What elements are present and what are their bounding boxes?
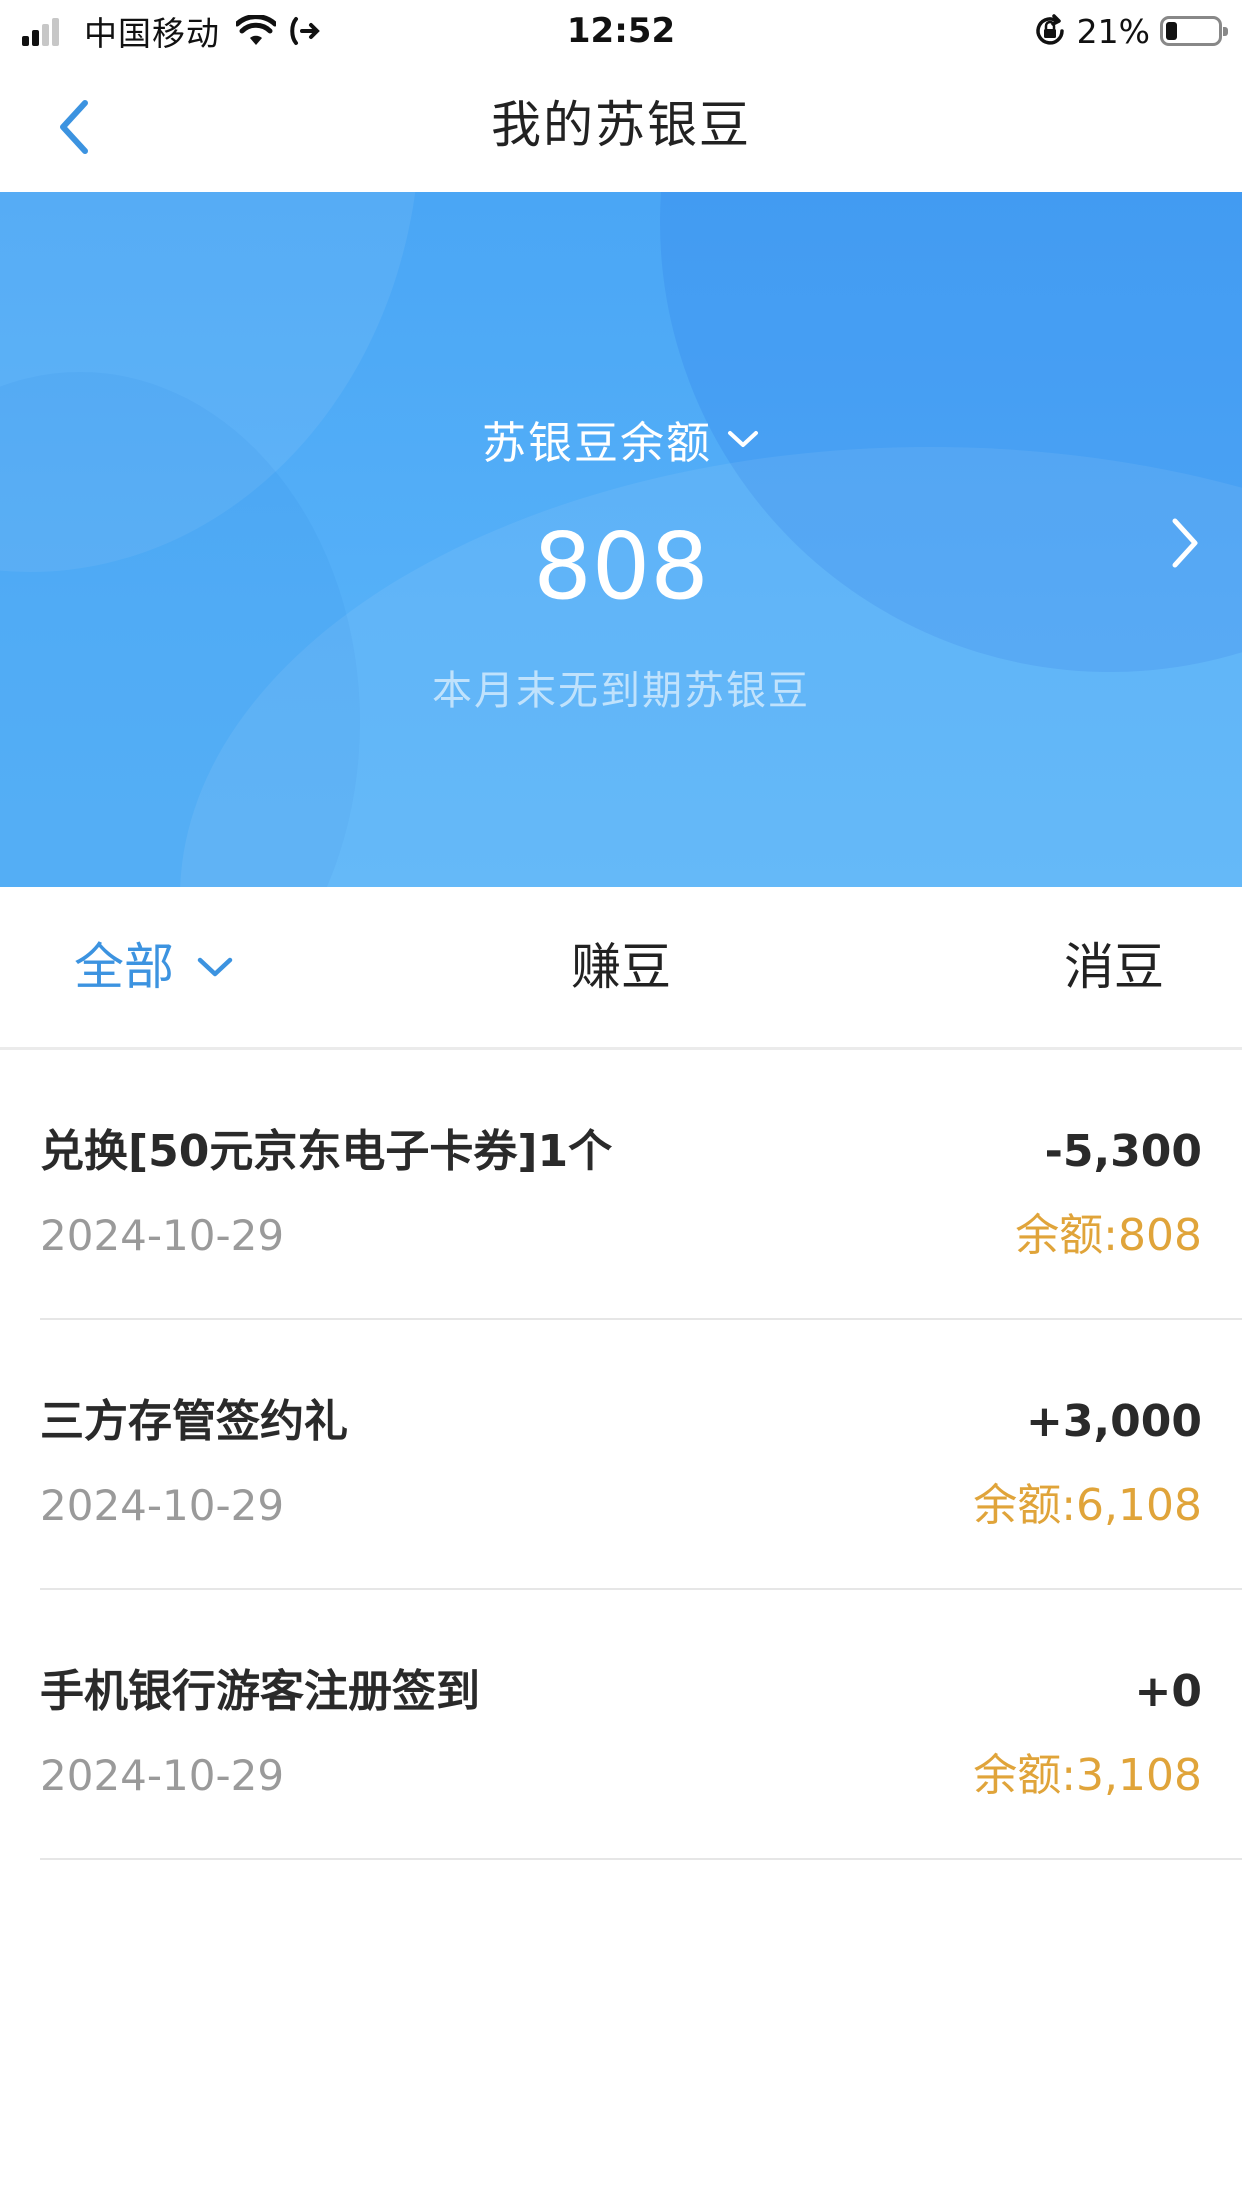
list-item[interactable]: 兑换[50元京东电子卡券]1个 2024-10-29 -5,300 余额:808 <box>40 1050 1242 1320</box>
nav-bar: 我的苏银豆 <box>0 62 1242 192</box>
chevron-right-icon <box>1172 518 1198 568</box>
page-title: 我的苏银豆 <box>491 96 751 154</box>
transaction-title: 兑换[50元京东电子卡券]1个 <box>40 1126 613 1177</box>
balance-banner: 苏银豆余额 808 本月末无到期苏银豆 <box>0 192 1242 887</box>
tab-earn[interactable]: 赚豆 <box>0 887 1242 1047</box>
transaction-date: 2024-10-29 <box>40 1211 285 1260</box>
battery-icon <box>1160 16 1228 46</box>
expiry-note: 本月末无到期苏银豆 <box>432 668 810 714</box>
filter-tabs: 全部 赚豆 消豆 <box>0 887 1242 1050</box>
transaction-title: 手机银行游客注册签到 <box>40 1666 480 1717</box>
battery-percent: 21% <box>1076 11 1150 51</box>
balance-type-selector[interactable]: 苏银豆余额 <box>0 407 1242 471</box>
transaction-date: 2024-10-29 <box>40 1481 285 1530</box>
transaction-balance: 余额:808 <box>1015 1210 1202 1261</box>
status-bar: 中国移动 12:52 21% <box>0 0 1242 62</box>
transaction-date: 2024-10-29 <box>40 1751 285 1800</box>
transaction-balance: 余额:3,108 <box>973 1750 1202 1801</box>
tab-earn-label: 赚豆 <box>571 938 671 996</box>
balance-label: 苏银豆余额 <box>482 418 712 469</box>
rotation-lock-icon <box>1035 14 1064 45</box>
transaction-amount: -5,300 <box>1044 1126 1202 1177</box>
transaction-amount: +0 <box>1134 1666 1202 1717</box>
list-item[interactable]: 手机银行游客注册签到 2024-10-29 +0 余额:3,108 <box>40 1590 1242 1860</box>
transaction-amount: +3,000 <box>1025 1396 1202 1447</box>
transaction-title: 三方存管签约礼 <box>40 1396 348 1447</box>
chevron-down-icon <box>728 431 758 447</box>
balance-detail-button[interactable] <box>1160 510 1210 576</box>
balance-value: 808 <box>533 513 709 620</box>
tab-spend[interactable]: 消豆 <box>1064 887 1164 1047</box>
transaction-balance: 余额:6,108 <box>973 1480 1202 1531</box>
battery-fill <box>1166 22 1177 40</box>
status-right: 21% <box>1033 8 1228 54</box>
transaction-list: 兑换[50元京东电子卡券]1个 2024-10-29 -5,300 余额:808… <box>0 1050 1242 1860</box>
tab-spend-label: 消豆 <box>1064 938 1164 996</box>
list-item[interactable]: 三方存管签约礼 2024-10-29 +3,000 余额:6,108 <box>40 1320 1242 1590</box>
